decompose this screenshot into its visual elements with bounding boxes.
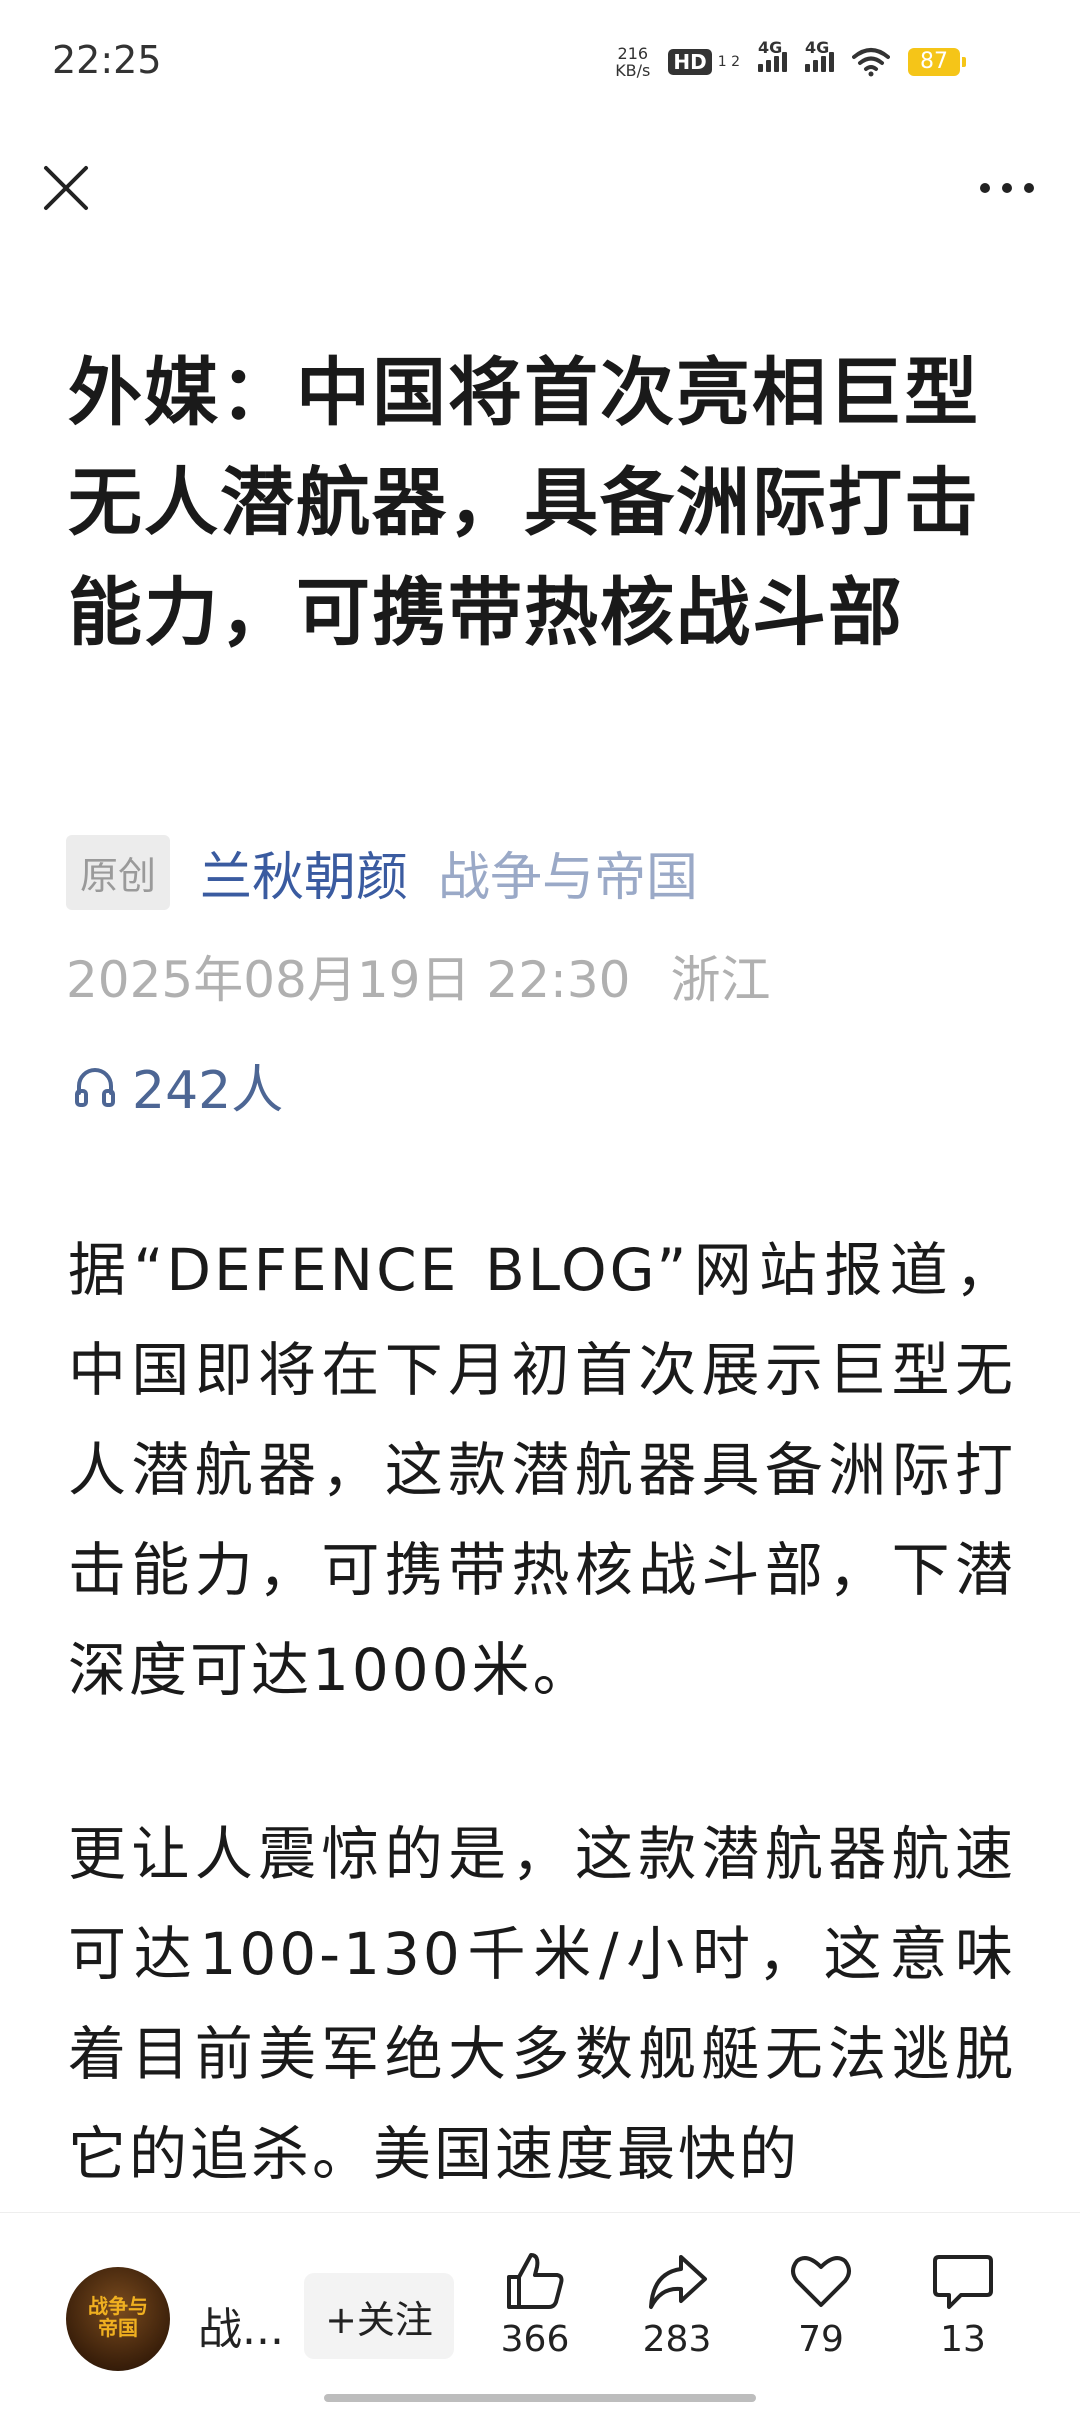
signal-type-label: 4G (805, 38, 830, 57)
status-icons: 216 KB/s HD 1 2 4G 4G 87 (615, 38, 966, 84)
headphones-icon (75, 1067, 115, 1107)
more-icon[interactable] (972, 160, 1042, 216)
comment-icon (933, 2255, 993, 2309)
hd-sim-label: 1 2 (717, 53, 740, 70)
home-indicator[interactable] (324, 2394, 756, 2402)
bottom-action-bar: 战争与 帝国 战... +关注 366 283 79 13 (0, 2212, 1080, 2409)
close-icon[interactable] (38, 160, 94, 216)
signal-icon: 4G (805, 38, 834, 72)
channel-name-link[interactable]: 战争与帝国 (438, 835, 698, 910)
article-paragraph: 更让人震惊的是，这款潜航器航速可达100-130千米/小时，这意味着目前美军绝大… (68, 1820, 1016, 2188)
author-name-link[interactable]: 兰秋朝颜 (200, 835, 408, 910)
signal-icon: 4G (758, 38, 787, 72)
like-button[interactable]: 366 (480, 2249, 590, 2360)
network-speed-value: 216 (617, 44, 649, 63)
article-paragraph: 据“DEFENCE BLOG”网站报道，中国即将在下月初首次展示巨型无人潜航器，… (68, 1236, 1016, 1704)
thumbs-up-icon (507, 2253, 564, 2309)
battery-icon: 87 (908, 48, 966, 76)
publish-location: 浙江 (670, 951, 771, 1009)
status-time: 22:25 (52, 38, 162, 82)
follow-button[interactable]: +关注 (304, 2273, 454, 2359)
network-speed: 216 KB/s (615, 45, 650, 79)
share-count: 283 (642, 2319, 712, 2360)
channel-short-name[interactable]: 战... (198, 2293, 284, 2357)
original-badge: 原创 (66, 834, 171, 910)
channel-avatar[interactable]: 战争与 帝国 (66, 2267, 170, 2371)
share-icon (649, 2255, 707, 2309)
network-speed-unit: KB/s (615, 61, 651, 80)
article-body: 据“DEFENCE BLOG”网站报道，中国即将在下月初首次展示巨型无人潜航器，… (68, 1220, 1016, 2288)
comment-button[interactable]: 13 (908, 2249, 1018, 2360)
publish-date: 2025年08月19日 22:30 (66, 951, 631, 1009)
article-meta: 原创 兰秋朝颜 战争与帝国 (66, 834, 698, 910)
listen-button[interactable]: 242人 (72, 1048, 283, 1123)
status-bar: 22:25 216 KB/s HD 1 2 4G 4G 87 (0, 0, 1080, 120)
heart-icon (791, 2256, 851, 2307)
share-button[interactable]: 283 (622, 2249, 732, 2360)
avatar-text: 帝国 (98, 2316, 138, 2340)
wifi-icon (852, 48, 890, 77)
article-title: 外媒：中国将首次亮相巨型无人潜航器，具备洲际打击能力，可携带热核战斗部 (68, 350, 980, 656)
signal-type-label: 4G (758, 38, 783, 57)
hd-icon: HD (668, 49, 712, 75)
favorite-button[interactable]: 79 (766, 2249, 876, 2360)
listener-count: 242人 (132, 1061, 284, 1121)
top-nav (0, 140, 1080, 240)
publish-info: 2025年08月19日 22:30 浙江 (66, 940, 770, 1012)
favorite-count: 79 (798, 2319, 844, 2360)
like-count: 366 (500, 2319, 570, 2360)
comment-count: 13 (940, 2319, 986, 2360)
avatar-text: 战争与 (88, 2294, 148, 2318)
